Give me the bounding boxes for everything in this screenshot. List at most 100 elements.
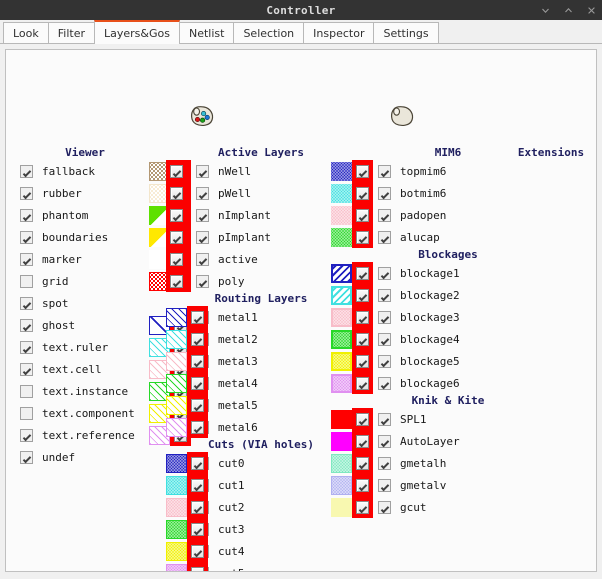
palette-icon-right[interactable] (389, 104, 415, 132)
checkbox-blockage2[interactable] (378, 288, 391, 302)
visibility-checkbox-AutoLayer[interactable] (356, 434, 369, 448)
checkbox-blockage3[interactable] (378, 310, 391, 324)
visibility-checkbox-blockage2[interactable] (356, 288, 369, 302)
checkbox-gmetalv[interactable] (378, 478, 391, 492)
swatch-autolayer[interactable] (331, 431, 352, 451)
tab-selection[interactable]: Selection (233, 22, 305, 43)
checkbox-text.reference[interactable] (20, 428, 33, 442)
checkbox-blockage1[interactable] (378, 266, 391, 280)
visibility-checkbox-metal6[interactable] (191, 420, 204, 434)
visibility-checkbox-blockage1[interactable] (356, 266, 369, 280)
checkbox-text.ruler[interactable] (20, 340, 33, 354)
tab-filter[interactable]: Filter (47, 22, 96, 43)
checkbox-boundaries[interactable] (20, 230, 33, 244)
visibility-checkbox-nImplant[interactable] (170, 208, 183, 222)
swatch-metal2[interactable] (166, 329, 187, 349)
checkbox-botmim6[interactable] (378, 186, 391, 200)
swatch-blockage4[interactable] (331, 329, 352, 349)
swatch-blockage2[interactable] (331, 285, 352, 305)
visibility-checkbox-blockage5[interactable] (356, 354, 369, 368)
visibility-checkbox-active[interactable] (170, 252, 183, 266)
visibility-checkbox-padopen[interactable] (356, 208, 369, 222)
checkbox-text.component[interactable] (20, 406, 33, 420)
swatch-padopen[interactable] (331, 205, 352, 225)
visibility-checkbox-blockage4[interactable] (356, 332, 369, 346)
visibility-checkbox-nWell[interactable] (170, 164, 183, 178)
swatch-blockage5[interactable] (331, 351, 352, 371)
visibility-checkbox-topmim6[interactable] (356, 164, 369, 178)
swatch-metal1[interactable] (166, 307, 187, 327)
visibility-checkbox-pImplant[interactable] (170, 230, 183, 244)
minimize-button[interactable] (539, 4, 552, 17)
checkbox-SPL1[interactable] (378, 412, 391, 426)
visibility-checkbox-poly[interactable] (170, 274, 183, 288)
checkbox-padopen[interactable] (378, 208, 391, 222)
visibility-checkbox-gmetalh[interactable] (356, 456, 369, 470)
swatch-blockage1[interactable] (331, 263, 352, 283)
tab-layers-gos[interactable]: Layers&Gos (94, 20, 180, 44)
checkbox-text.instance[interactable] (20, 384, 33, 398)
visibility-checkbox-metal5[interactable] (191, 398, 204, 412)
visibility-checkbox-cut4[interactable] (191, 544, 204, 558)
swatch-blockage6[interactable] (331, 373, 352, 393)
tab-look[interactable]: Look (3, 22, 49, 43)
visibility-checkbox-pWell[interactable] (170, 186, 183, 200)
tab-inspector[interactable]: Inspector (303, 22, 375, 43)
visibility-checkbox-metal3[interactable] (191, 354, 204, 368)
checkbox-text.cell[interactable] (20, 362, 33, 376)
swatch-gmetalv[interactable] (331, 475, 352, 495)
checkbox-topmim6[interactable] (378, 164, 391, 178)
swatch-metal5[interactable] (166, 395, 187, 415)
visibility-checkbox-gmetalv[interactable] (356, 478, 369, 492)
visibility-checkbox-metal1[interactable] (191, 310, 204, 324)
checkbox-blockage5[interactable] (378, 354, 391, 368)
visibility-checkbox-metal4[interactable] (191, 376, 204, 390)
visibility-checkbox-metal2[interactable] (191, 332, 204, 346)
checkbox-AutoLayer[interactable] (378, 434, 391, 448)
swatch-cut3[interactable] (166, 519, 187, 539)
visibility-checkbox-SPL1[interactable] (356, 412, 369, 426)
visibility-checkbox-blockage6[interactable] (356, 376, 369, 390)
checkbox-rubber[interactable] (20, 186, 33, 200)
maximize-button[interactable] (562, 4, 575, 17)
visibility-checkbox-gcut[interactable] (356, 500, 369, 514)
tab-netlist[interactable]: Netlist (178, 22, 235, 43)
visibility-checkbox-cut3[interactable] (191, 522, 204, 536)
swatch-blockage3[interactable] (331, 307, 352, 327)
checkbox-blockage6[interactable] (378, 376, 391, 390)
swatch-cut1[interactable] (166, 475, 187, 495)
swatch-cut5[interactable] (166, 563, 187, 571)
visibility-checkbox-cut1[interactable] (191, 478, 204, 492)
swatch-spl1[interactable] (331, 409, 352, 429)
swatch-topmim6[interactable] (331, 161, 352, 181)
checkbox-marker[interactable] (20, 252, 33, 266)
visibility-checkbox-cut2[interactable] (191, 500, 204, 514)
swatch-botmim6[interactable] (331, 183, 352, 203)
swatch-cut2[interactable] (166, 497, 187, 517)
swatch-cut0[interactable] (166, 453, 187, 473)
swatch-metal4[interactable] (166, 373, 187, 393)
visibility-checkbox-alucap[interactable] (356, 230, 369, 244)
swatch-alucap[interactable] (331, 227, 352, 247)
visibility-checkbox-blockage3[interactable] (356, 310, 369, 324)
checkbox-undef[interactable] (20, 450, 33, 464)
visibility-checkbox-cut0[interactable] (191, 456, 204, 470)
checkbox-gmetalh[interactable] (378, 456, 391, 470)
swatch-metal3[interactable] (166, 351, 187, 371)
checkbox-grid[interactable] (20, 274, 33, 288)
visibility-checkbox-botmim6[interactable] (356, 186, 369, 200)
swatch-metal6[interactable] (166, 417, 187, 437)
checkbox-alucap[interactable] (378, 230, 391, 244)
swatch-cut4[interactable] (166, 541, 187, 561)
checkbox-blockage4[interactable] (378, 332, 391, 346)
checkbox-gcut[interactable] (378, 500, 391, 514)
tab-settings[interactable]: Settings (373, 22, 439, 43)
visibility-checkbox-cut5[interactable] (191, 566, 204, 571)
checkbox-spot[interactable] (20, 296, 33, 310)
checkbox-fallback[interactable] (20, 164, 33, 178)
swatch-gmetalh[interactable] (331, 453, 352, 473)
close-button[interactable] (585, 4, 598, 17)
checkbox-phantom[interactable] (20, 208, 33, 222)
palette-icon-left[interactable] (189, 104, 215, 132)
swatch-gcut[interactable] (331, 497, 352, 517)
